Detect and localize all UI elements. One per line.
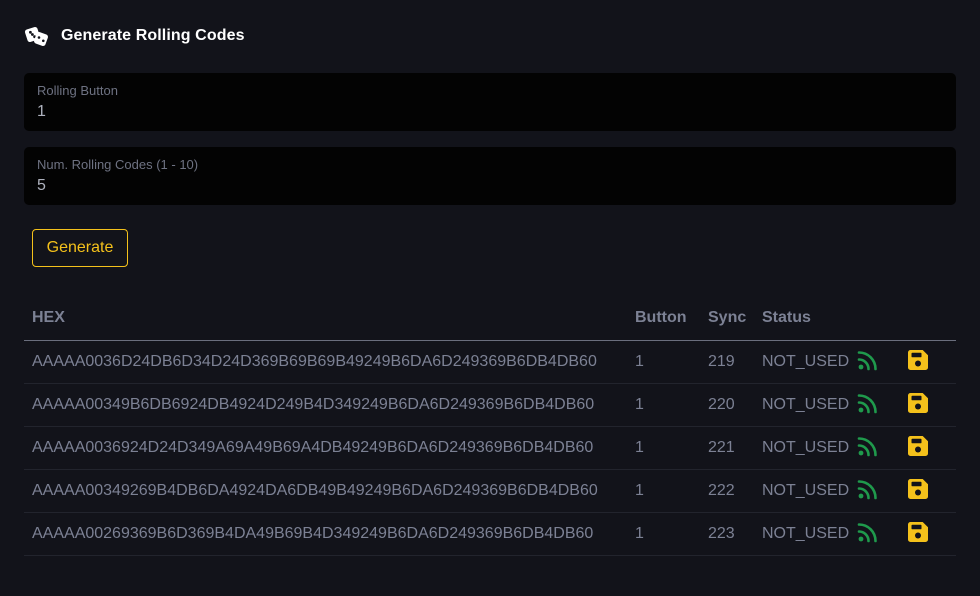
num-rolling-codes-input[interactable]: 5 (37, 175, 943, 196)
rolling-button-input[interactable]: 1 (37, 101, 943, 122)
cell-button: 1 (627, 469, 700, 513)
cell-save (905, 426, 956, 470)
cell-sync: 219 (700, 340, 754, 384)
cell-sync: 221 (700, 426, 754, 470)
rolling-codes-page: Generate Rolling Codes Rolling Button 1 … (0, 0, 980, 596)
cell-hex: AAAAA0036924D24D349A69A49B69A4DB49249B6D… (24, 426, 627, 470)
cell-save (905, 512, 956, 556)
cell-sync: 220 (700, 383, 754, 427)
cell-hex: AAAAA00349B6DB6924DB4924D249B4D349249B6D… (24, 383, 627, 427)
cell-save (905, 383, 956, 427)
table-header-row: HEX Button Sync Status (24, 297, 956, 341)
cell-button: 1 (627, 340, 700, 384)
column-header-button: Button (627, 297, 700, 341)
cell-hex: AAAAA00269369B6D369B4DA49B69B4D349249B6D… (24, 512, 627, 556)
rss-icon[interactable] (855, 433, 881, 459)
column-header-send (855, 297, 905, 341)
floppy-disk-icon[interactable] (905, 390, 931, 416)
floppy-disk-icon[interactable] (905, 347, 931, 373)
cell-status: NOT_USED (754, 340, 855, 384)
rolling-button-label: Rolling Button (37, 83, 118, 98)
num-rolling-codes-label: Num. Rolling Codes (1 - 10) (37, 157, 199, 172)
cell-send (855, 469, 905, 513)
rss-icon[interactable] (855, 519, 881, 545)
rolling-button-field[interactable]: Rolling Button 1 (24, 73, 956, 131)
cell-status: NOT_USED (754, 383, 855, 427)
rolling-codes-table: HEX Button Sync Status AAAAA0036D24DB6D3… (24, 297, 956, 556)
floppy-disk-icon[interactable] (905, 519, 931, 545)
floppy-disk-icon[interactable] (905, 433, 931, 459)
table-row: AAAAA00349269B4DB6DA4924DA6DB49B49249B6D… (24, 469, 956, 513)
cell-button: 1 (627, 426, 700, 470)
page-title: Generate Rolling Codes (61, 27, 245, 44)
cell-save (905, 340, 956, 384)
column-header-sync: Sync (700, 297, 754, 341)
num-rolling-codes-field[interactable]: Num. Rolling Codes (1 - 10) 5 (24, 147, 956, 205)
column-header-status: Status (754, 297, 855, 341)
cell-button: 1 (627, 383, 700, 427)
floppy-disk-icon[interactable] (905, 476, 931, 502)
cell-status: NOT_USED (754, 426, 855, 470)
cell-send (855, 383, 905, 427)
cell-send (855, 512, 905, 556)
column-header-hex: HEX (24, 297, 627, 341)
table-row: AAAAA00349B6DB6924DB4924D249B4D349249B6D… (24, 383, 956, 427)
rss-icon[interactable] (855, 476, 881, 502)
cell-button: 1 (627, 512, 700, 556)
generate-button[interactable]: Generate (32, 229, 128, 267)
dice-icon (24, 26, 48, 46)
cell-hex: AAAAA0036D24DB6D34D24D369B69B69B49249B6D… (24, 340, 627, 384)
table-row: AAAAA0036924D24D349A69A49B69A4DB49249B6D… (24, 426, 956, 470)
table-row: AAAAA0036D24DB6D34D24D369B69B69B49249B6D… (24, 340, 956, 384)
page-header: Generate Rolling Codes (24, 24, 245, 48)
cell-send (855, 426, 905, 470)
cell-hex: AAAAA00349269B4DB6DA4924DA6DB49B49249B6D… (24, 469, 627, 513)
cell-status: NOT_USED (754, 512, 855, 556)
cell-sync: 222 (700, 469, 754, 513)
cell-send (855, 340, 905, 384)
cell-save (905, 469, 956, 513)
table-row: AAAAA00269369B6D369B4DA49B69B4D349249B6D… (24, 512, 956, 556)
cell-sync: 223 (700, 512, 754, 556)
cell-status: NOT_USED (754, 469, 855, 513)
rss-icon[interactable] (855, 347, 881, 373)
rss-icon[interactable] (855, 390, 881, 416)
column-header-save (905, 297, 956, 341)
